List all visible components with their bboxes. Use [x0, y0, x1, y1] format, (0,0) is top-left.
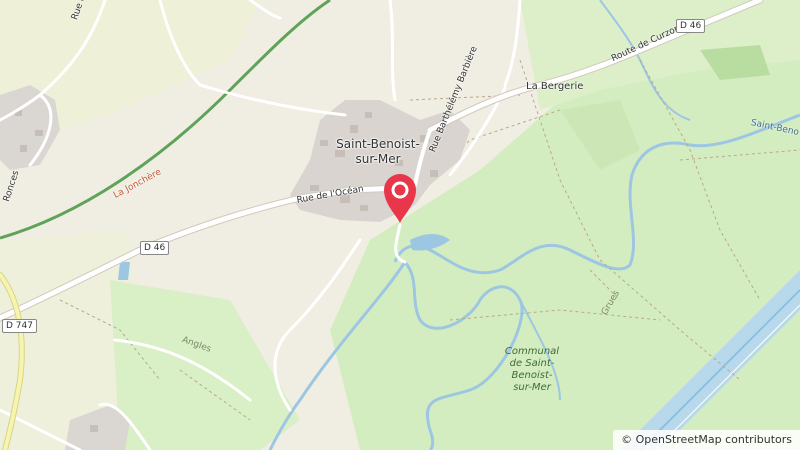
park-label-line2: de Saint-: [509, 358, 555, 369]
locality-label-la-bergerie: La Bergerie: [526, 81, 584, 92]
village-label-line2: sur-Mer: [355, 152, 401, 166]
village-label-line1: Saint-Benoist-: [336, 137, 420, 151]
park-label-line4: sur-Mer: [513, 382, 551, 393]
village-label[interactable]: Saint-Benoist- sur-Mer: [326, 137, 430, 167]
map-base-layer: [0, 0, 800, 450]
road-shield-d747: D 747: [2, 319, 37, 333]
road-shield-d46-east: D 46: [676, 19, 706, 33]
map-view[interactable]: Saint-Benoist- sur-Mer Rue du Cal Rue Ba…: [0, 0, 800, 450]
park-label: Communal de Saint- Benoist- sur-Mer: [496, 346, 568, 394]
location-marker-icon[interactable]: [382, 172, 418, 224]
park-label-line1: Communal: [504, 346, 560, 357]
map-attribution[interactable]: © OpenStreetMap contributors: [613, 430, 800, 450]
park-label-line3: Benoist-: [511, 370, 553, 381]
road-shield-d46-west: D 46: [140, 241, 170, 255]
